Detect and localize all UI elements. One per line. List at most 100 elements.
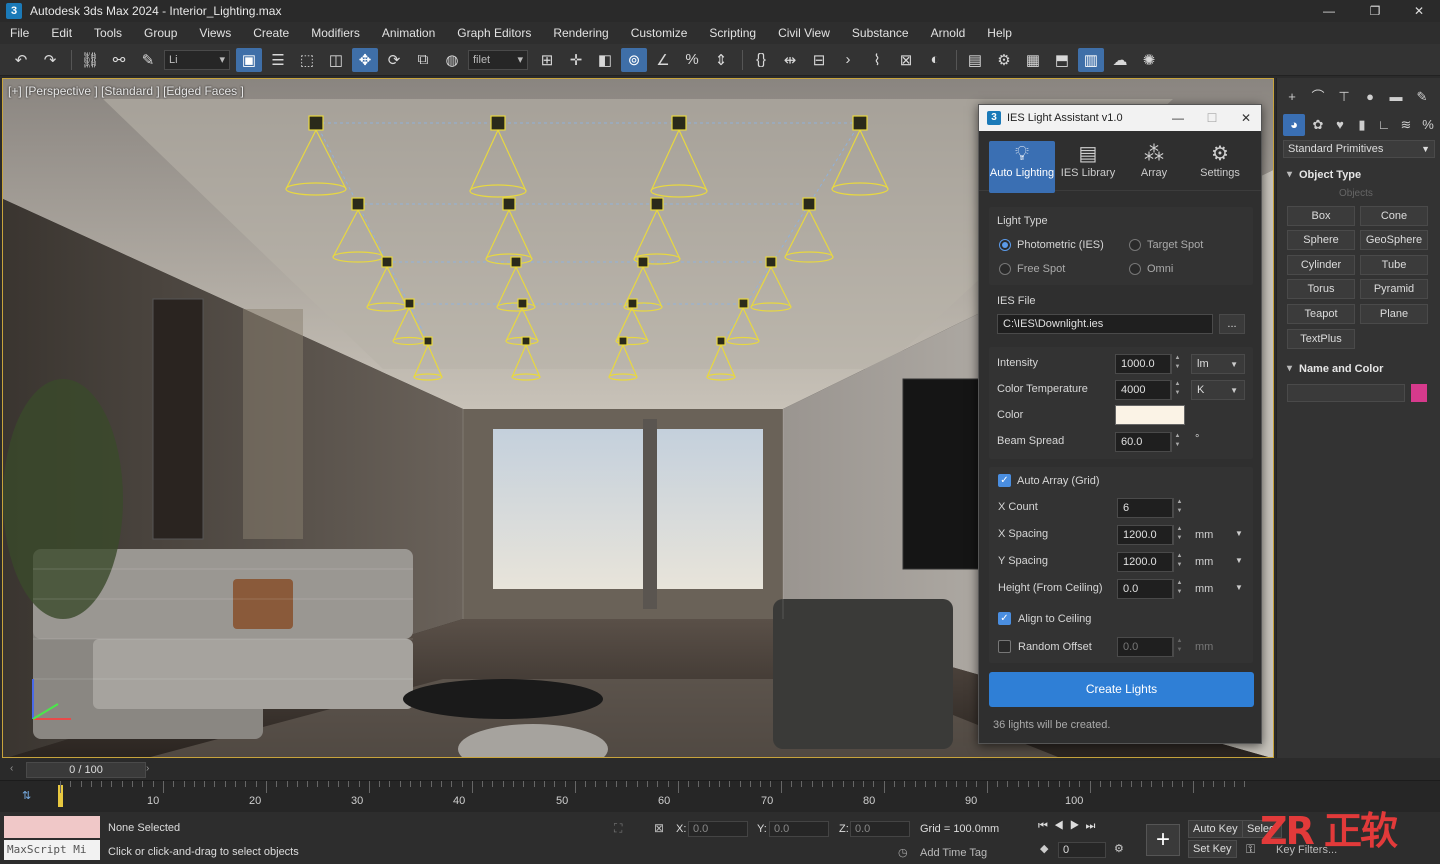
box-button[interactable]: Box	[1287, 206, 1355, 226]
space-warps-icon[interactable]: ≋	[1395, 114, 1417, 136]
menu-substance[interactable]: Substance	[842, 22, 921, 44]
intensity-spinner[interactable]: ▲ ▼	[1171, 354, 1183, 374]
chevron-down-icon[interactable]: ▼	[1235, 583, 1243, 592]
x-spacing-unit[interactable]: mm	[1195, 529, 1213, 541]
menu-group[interactable]: Group	[134, 22, 189, 44]
menu-rendering[interactable]: Rendering	[543, 22, 620, 44]
mini-curve-editor-icon[interactable]: ⇅	[22, 789, 31, 802]
teapot-button[interactable]: Teapot	[1287, 304, 1355, 324]
menu-file[interactable]: File	[0, 22, 41, 44]
maxscript-listener-input[interactable]	[4, 816, 100, 838]
render-setup-icon[interactable]: ⚙	[991, 48, 1017, 72]
menu-create[interactable]: Create	[243, 22, 301, 44]
auto-key-button[interactable]: Auto Key	[1188, 820, 1243, 838]
menu-help[interactable]: Help	[977, 22, 1024, 44]
create-panel-icon[interactable]: +	[1281, 86, 1303, 108]
object-color-swatch[interactable]	[1411, 384, 1427, 402]
schematic-view-icon[interactable]: ⊠	[893, 48, 919, 72]
pyramid-button[interactable]: Pyramid	[1360, 279, 1428, 299]
object-category-dropdown[interactable]: Standard Primitives ▼	[1283, 140, 1435, 158]
key-mode-icon[interactable]: ◆	[1040, 842, 1048, 855]
object-name-input[interactable]	[1287, 384, 1405, 402]
y-spacing-spinner[interactable]: ▲ ▼	[1173, 552, 1185, 572]
angle-snap-icon[interactable]: ∠	[650, 48, 676, 72]
align-to-ceiling-checkbox[interactable]: ✓	[998, 612, 1011, 625]
close-button[interactable]: ✕	[1396, 0, 1440, 22]
torus-button[interactable]: Torus	[1287, 279, 1355, 299]
track-bar[interactable]: ⇅ 10 20 30 40 50 60 70 80 90 100	[0, 780, 1440, 812]
sphere-button[interactable]: Sphere	[1287, 230, 1355, 250]
radio-omni[interactable]	[1129, 263, 1141, 275]
menu-edit[interactable]: Edit	[41, 22, 84, 44]
snaps-toggle-icon[interactable]: ⊚	[621, 47, 647, 72]
auto-array-checkbox[interactable]: ✓	[998, 474, 1011, 487]
pivot-center-icon[interactable]: ⊞	[534, 48, 560, 72]
time-config-icon[interactable]: ⚙	[1114, 842, 1124, 855]
lights-icon[interactable]: ♥	[1329, 114, 1351, 136]
radio-photometric[interactable]	[999, 239, 1011, 251]
plane-button[interactable]: Plane	[1360, 304, 1428, 324]
menu-tools[interactable]: Tools	[84, 22, 134, 44]
object-type-rollout[interactable]: Object Type	[1283, 166, 1435, 184]
placement-icon[interactable]: ◍	[439, 48, 465, 72]
radio-free-spot[interactable]	[999, 263, 1011, 275]
set-key-button[interactable]: Set Key	[1188, 840, 1237, 858]
add-time-tag[interactable]: Add Time Tag	[920, 847, 987, 859]
random-offset-checkbox[interactable]	[998, 640, 1011, 653]
create-lights-button[interactable]: Create Lights	[989, 672, 1254, 707]
edit-named-selection-icon[interactable]: {}	[748, 48, 774, 72]
redo-icon[interactable]: ↷	[37, 48, 63, 72]
color-swatch[interactable]	[1115, 405, 1185, 425]
keyboard-shortcut-icon[interactable]: ◧	[592, 48, 618, 72]
tube-button[interactable]: Tube	[1360, 255, 1428, 275]
dialog-minimize-button[interactable]: —	[1161, 105, 1195, 131]
height-unit[interactable]: mm	[1195, 583, 1213, 595]
menu-views[interactable]: Views	[189, 22, 243, 44]
dialog-close-button[interactable]: ✕	[1229, 105, 1263, 131]
reference-coordinate-dropdown[interactable]: filet ▾	[468, 49, 528, 70]
menu-animation[interactable]: Animation	[372, 22, 447, 44]
mirror-icon[interactable]: ⇹	[777, 48, 803, 72]
light-lister-icon[interactable]: ✺	[1136, 48, 1162, 72]
x-spacing-spinner[interactable]: ▲ ▼	[1173, 525, 1185, 545]
menu-modifiers[interactable]: Modifiers	[301, 22, 372, 44]
systems-icon[interactable]: %	[1417, 114, 1439, 136]
window-crossing-icon[interactable]: ◫	[323, 48, 349, 72]
x-count-input[interactable]: 6	[1117, 498, 1173, 518]
current-frame-field[interactable]: 0	[1058, 842, 1106, 858]
geosphere-button[interactable]: GeoSphere	[1360, 230, 1428, 250]
rectangular-selection-icon[interactable]: ⬚	[294, 48, 320, 72]
playback-controls[interactable]: ⏮◀▶⏭	[1038, 820, 1101, 833]
key-icon[interactable]: ⚿	[1246, 842, 1255, 857]
display-panel-icon[interactable]: ▬	[1385, 86, 1407, 108]
cylinder-button[interactable]: Cylinder	[1287, 255, 1355, 275]
x-spacing-input[interactable]: 1200.0	[1117, 525, 1173, 545]
modify-panel-icon[interactable]: ⌒	[1307, 86, 1329, 108]
render-iterative-icon[interactable]: ▥	[1078, 47, 1104, 72]
unlink-icon[interactable]: ⚯	[106, 48, 132, 72]
move-icon[interactable]: ✥	[352, 47, 378, 72]
geometry-icon[interactable]: ◕	[1283, 114, 1305, 136]
scale-icon[interactable]: ⧉	[410, 48, 436, 72]
x-count-spinner[interactable]: ▲ ▼	[1173, 498, 1185, 518]
menu-customize[interactable]: Customize	[621, 22, 700, 44]
shapes-icon[interactable]: ✿	[1307, 114, 1329, 136]
set-key-big-button[interactable]: +	[1146, 824, 1180, 856]
radio-target-spot[interactable]	[1129, 239, 1141, 251]
viewport-label[interactable]: [+] [Perspective ] [Standard ] [Edged Fa…	[8, 84, 244, 98]
dialog-maximize-button[interactable]: ☐	[1195, 105, 1229, 131]
curve-editor-icon[interactable]: ⌇	[864, 48, 890, 72]
intensity-input[interactable]: 1000.0	[1115, 354, 1171, 374]
textplus-button[interactable]: TextPlus	[1287, 329, 1355, 349]
y-spacing-input[interactable]: 1200.0	[1117, 552, 1173, 572]
undo-icon[interactable]: ↶	[8, 48, 34, 72]
color-temperature-input[interactable]: 4000	[1115, 380, 1171, 400]
material-editor-icon[interactable]: ◐	[922, 48, 948, 72]
rendered-frame-window-icon[interactable]: ▦	[1020, 48, 1046, 72]
chevron-left-icon[interactable]: ‹	[10, 763, 13, 774]
chevron-down-icon[interactable]: ▼	[1235, 529, 1243, 538]
intensity-unit-dropdown[interactable]: lm ▼	[1191, 354, 1245, 374]
beam-spread-input[interactable]: 60.0	[1115, 432, 1171, 452]
menu-graph-editors[interactable]: Graph Editors	[447, 22, 543, 44]
motion-panel-icon[interactable]: ●	[1359, 86, 1381, 108]
